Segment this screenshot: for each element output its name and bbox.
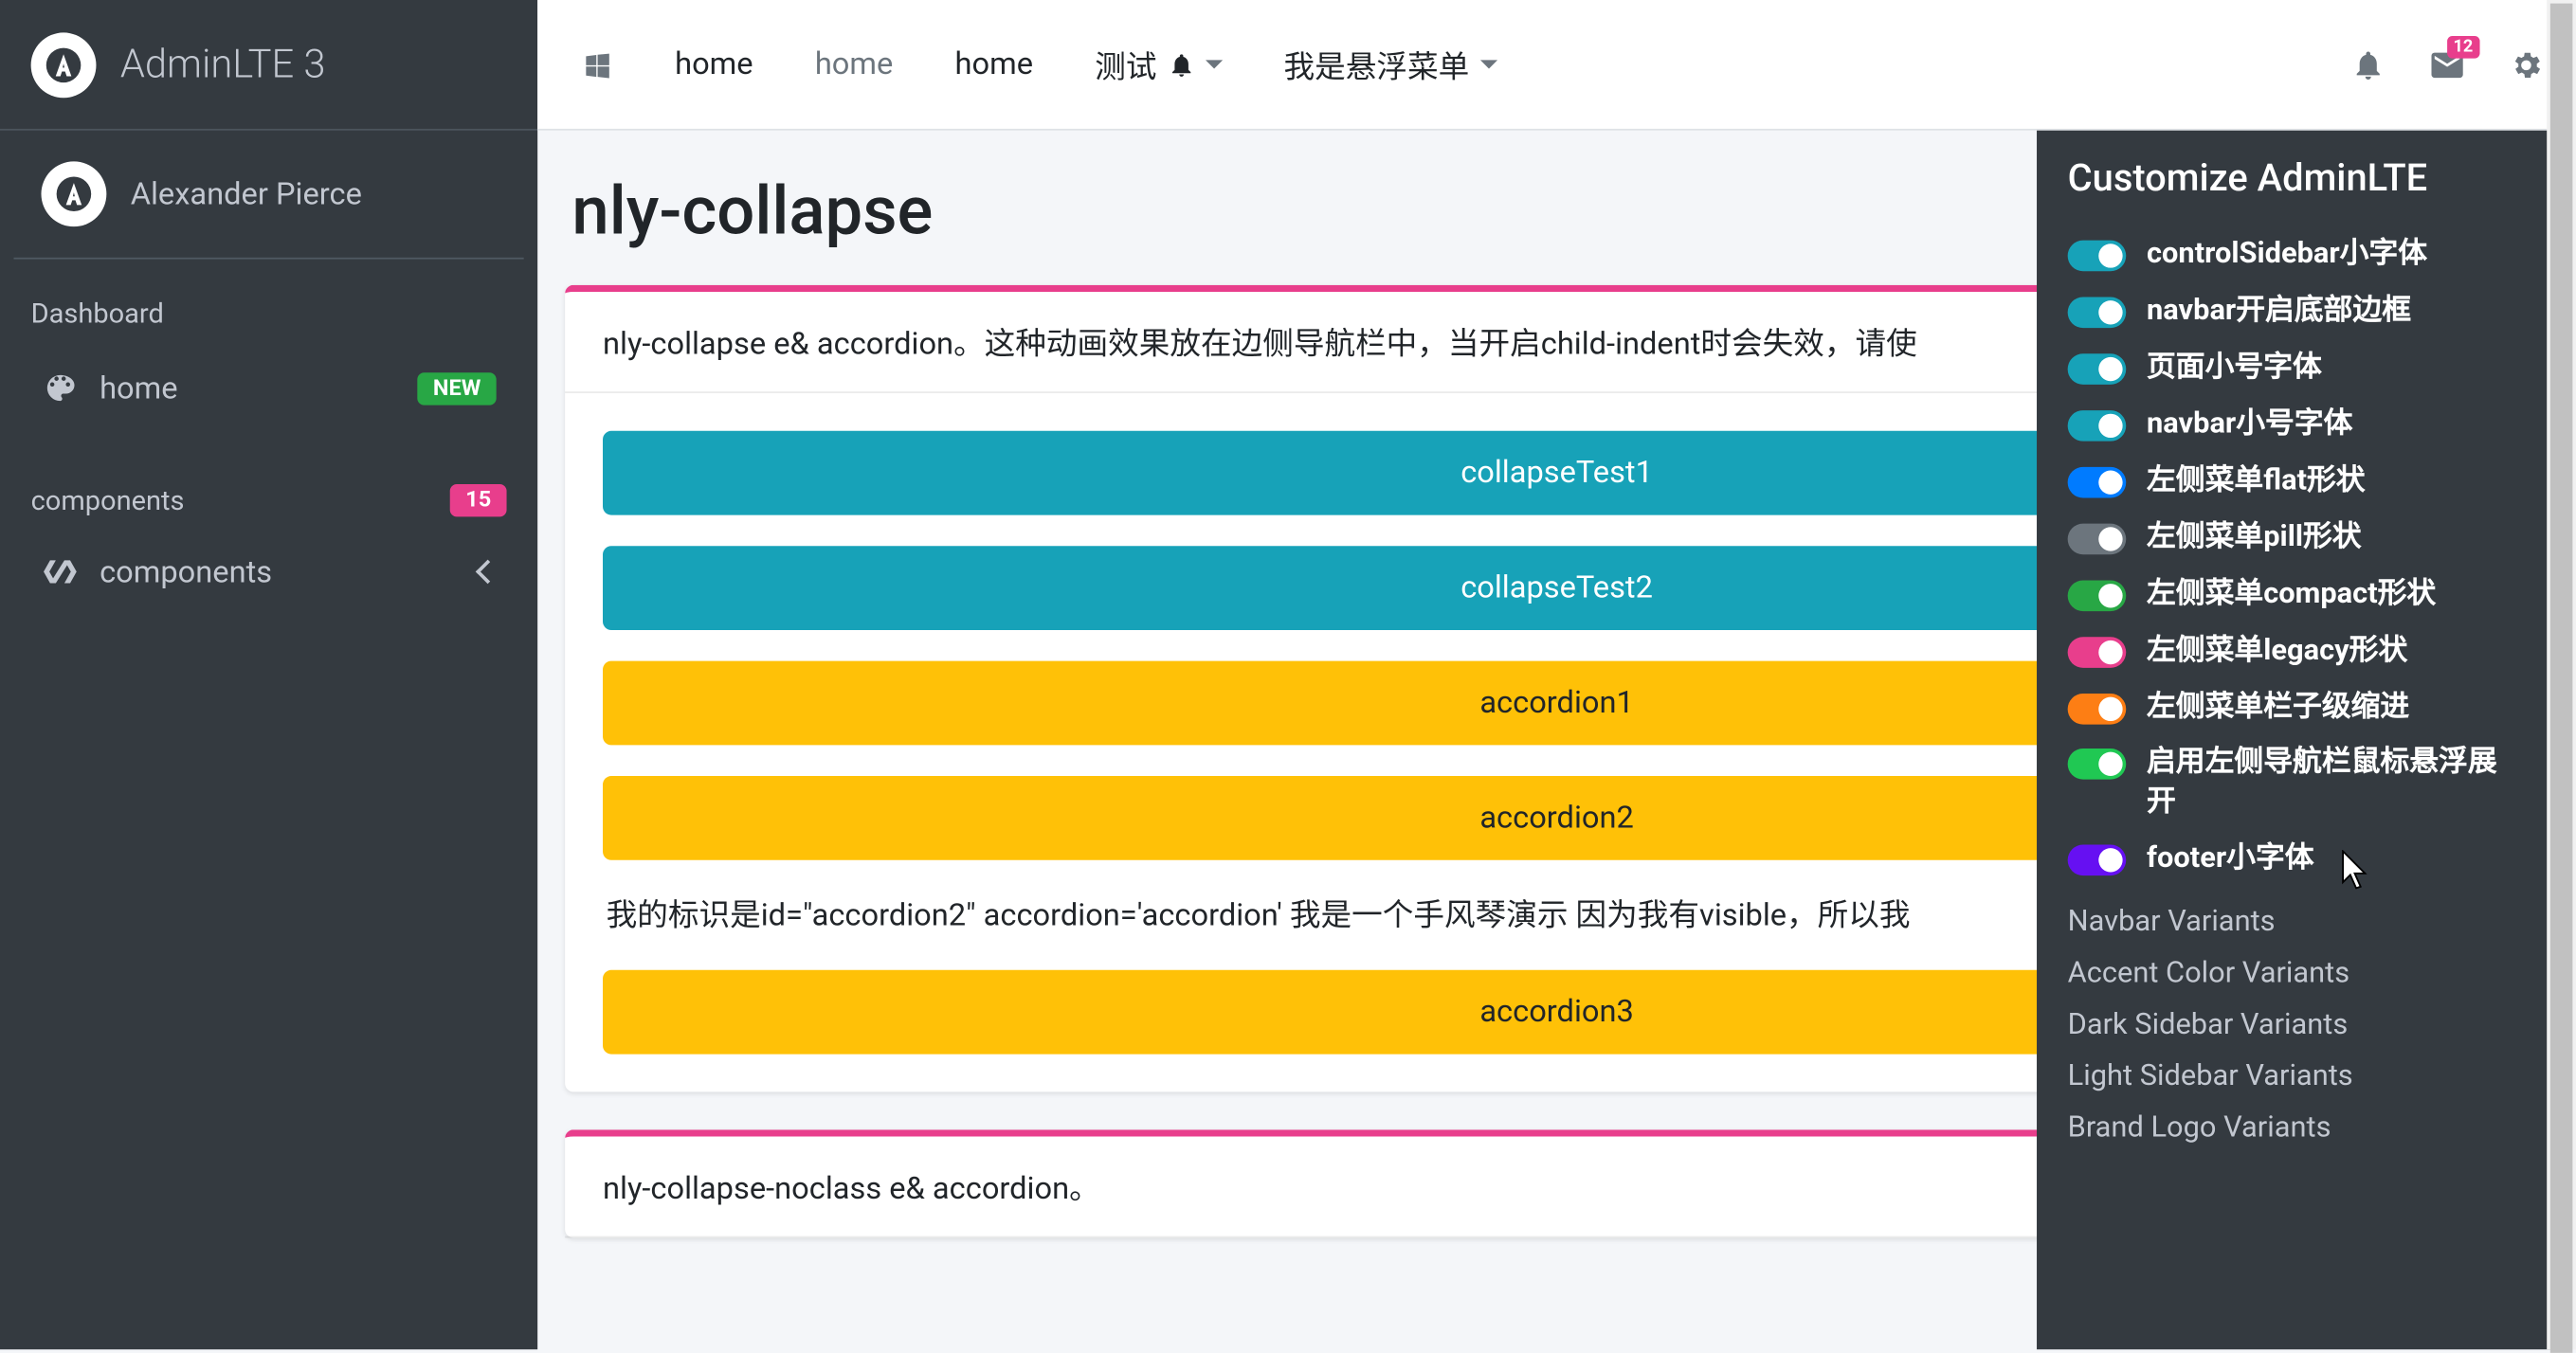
toggle-switch[interactable] xyxy=(2068,693,2127,724)
toggle-row-4: 左侧菜单flat形状 xyxy=(2068,461,2525,501)
toggle-label: 左侧菜单pill形状 xyxy=(2147,518,2525,558)
nav-section-dashboard: Dashboard home NEW xyxy=(0,260,537,450)
bell-icon xyxy=(1167,50,1194,78)
variant-link-0[interactable]: Navbar Variants xyxy=(2068,896,2525,947)
toggle-label: 左侧菜单compact形状 xyxy=(2147,574,2525,614)
variant-link-3[interactable]: Light Sidebar Variants xyxy=(2068,1051,2525,1102)
nav-header-dashboard: Dashboard xyxy=(0,277,537,344)
toggle-switch[interactable] xyxy=(2068,466,2127,497)
avatar xyxy=(41,161,106,226)
notifications-button[interactable] xyxy=(2332,28,2404,100)
toggle-row-5: 左侧菜单pill形状 xyxy=(2068,518,2525,558)
toggle-label: 页面小号字体 xyxy=(2147,349,2525,388)
scrollbar[interactable] xyxy=(2547,0,2576,1349)
bell-icon xyxy=(2351,47,2386,81)
nav-section-components: components 15 components xyxy=(0,450,537,634)
variant-link-2[interactable]: Dark Sidebar Variants xyxy=(2068,1000,2525,1051)
toggle-row-8: 左侧菜单栏子级缩进 xyxy=(2068,688,2525,728)
polymer-icon xyxy=(41,552,79,590)
toggle-label: footer小字体 xyxy=(2147,840,2525,880)
badge-count: 15 xyxy=(450,484,507,516)
toggle-switch[interactable] xyxy=(2068,580,2127,611)
sidebar-item-label: home xyxy=(100,370,417,406)
caret-down-icon xyxy=(1479,60,1497,68)
toggle-switch[interactable] xyxy=(2068,749,2127,781)
nav-link-home-3[interactable]: home xyxy=(924,32,1064,96)
toggle-label: navbar开启底部边框 xyxy=(2147,292,2525,332)
messages-badge: 12 xyxy=(2446,35,2479,58)
toggle-label: controlSidebar小字体 xyxy=(2147,235,2525,275)
toggle-switch[interactable] xyxy=(2068,241,2127,272)
brand[interactable]: AdminLTE 3 xyxy=(0,0,537,131)
sidebar: AdminLTE 3 Alexander Pierce Dashboard ho… xyxy=(0,0,537,1349)
brand-text: AdminLTE 3 xyxy=(120,41,326,87)
nav-link-home-1[interactable]: home xyxy=(644,32,785,96)
nav-dropdown-test[interactable]: 测试 xyxy=(1064,28,1253,100)
toggle-switch[interactable] xyxy=(2068,523,2127,554)
toggle-switch[interactable] xyxy=(2068,845,2127,876)
toggle-switch[interactable] xyxy=(2068,353,2127,385)
toggle-label: 左侧菜单flat形状 xyxy=(2147,461,2525,501)
toggle-label: 左侧菜单legacy形状 xyxy=(2147,631,2525,671)
brand-logo-icon xyxy=(31,32,97,98)
sidebar-item-home[interactable]: home NEW xyxy=(13,349,523,427)
badge-new: NEW xyxy=(418,371,497,404)
nav-link-home-2[interactable]: home xyxy=(784,32,924,96)
variant-link-1[interactable]: Accent Color Variants xyxy=(2068,948,2525,1000)
menu-toggle-button[interactable] xyxy=(552,35,644,94)
toggle-switch[interactable] xyxy=(2068,636,2127,667)
windows-icon xyxy=(582,49,613,81)
nav-header-components: components 15 xyxy=(0,467,537,527)
sidebar-item-components[interactable]: components xyxy=(13,532,523,611)
user-name: Alexander Pierce xyxy=(131,176,362,212)
toggle-label: 启用左侧导航栏鼠标悬浮展开 xyxy=(2147,744,2525,822)
sidebar-item-label: components xyxy=(100,553,479,589)
toggle-row-6: 左侧菜单compact形状 xyxy=(2068,574,2525,614)
gear-icon xyxy=(2509,47,2543,81)
chevron-left-icon xyxy=(476,560,500,585)
toggle-row-1: navbar开启底部边框 xyxy=(2068,292,2525,332)
toggle-switch[interactable] xyxy=(2068,297,2127,328)
toggle-label: navbar小号字体 xyxy=(2147,405,2525,444)
toggle-row-9: 启用左侧导航栏鼠标悬浮展开 xyxy=(2068,744,2525,822)
user-panel[interactable]: Alexander Pierce xyxy=(13,131,523,260)
palette-icon xyxy=(41,370,79,407)
control-sidebar-title: Customize AdminLTE xyxy=(2068,158,2525,201)
messages-button[interactable]: 12 xyxy=(2411,28,2483,100)
scroll-thumb[interactable] xyxy=(2550,4,2573,1353)
toggle-row-10: footer小字体 xyxy=(2068,840,2525,880)
toggle-switch[interactable] xyxy=(2068,410,2127,442)
variant-link-4[interactable]: Brand Logo Variants xyxy=(2068,1103,2525,1154)
toggle-row-0: controlSidebar小字体 xyxy=(2068,235,2525,275)
toggle-row-7: 左侧菜单legacy形状 xyxy=(2068,631,2525,671)
navbar: home home home 测试 我是悬浮菜单 xyxy=(537,0,2576,131)
toggle-row-3: navbar小号字体 xyxy=(2068,405,2525,444)
caret-down-icon xyxy=(1205,60,1222,68)
toggle-label: 左侧菜单栏子级缩进 xyxy=(2147,688,2525,728)
nav-dropdown-hover[interactable]: 我是悬浮菜单 xyxy=(1253,28,1528,100)
control-sidebar: Customize AdminLTE controlSidebar小字体 navb… xyxy=(2037,131,2555,1350)
toggle-row-2: 页面小号字体 xyxy=(2068,349,2525,388)
